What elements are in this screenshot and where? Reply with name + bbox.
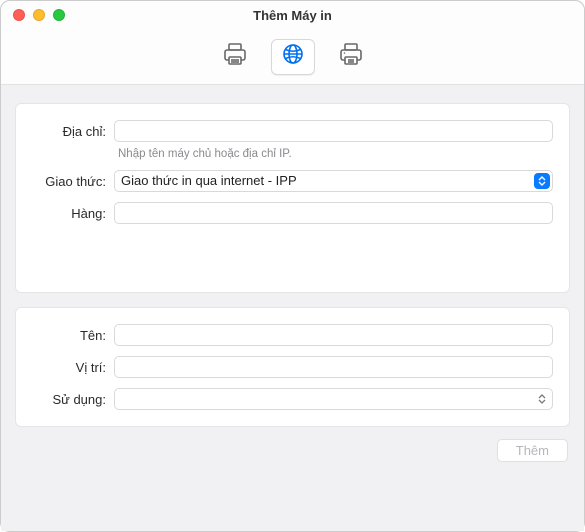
traffic-lights	[1, 9, 65, 21]
location-label: Vị trí:	[28, 360, 114, 375]
protocol-select[interactable]: Giao thức in qua internet - IPP	[114, 170, 553, 192]
content-area: Địa chỉ: Nhập tên máy chủ hoặc địa chỉ I…	[1, 85, 584, 531]
use-select[interactable]	[114, 388, 553, 410]
address-hint-row: Nhập tên máy chủ hoặc địa chỉ IP.	[28, 148, 553, 160]
name-row: Tên:	[28, 324, 553, 346]
tab-windows[interactable]	[329, 39, 373, 75]
use-label: Sử dụng:	[28, 392, 114, 407]
printer-icon	[222, 42, 248, 71]
add-button[interactable]: Thêm	[497, 439, 568, 462]
address-hint: Nhập tên máy chủ hoặc địa chỉ IP.	[114, 148, 292, 160]
name-label: Tên:	[28, 328, 114, 343]
address-input[interactable]	[114, 120, 553, 142]
address-row: Địa chỉ:	[28, 120, 553, 142]
toolbar	[1, 29, 584, 85]
queue-label: Hàng:	[28, 206, 114, 221]
location-row: Vị trí:	[28, 356, 553, 378]
tab-default[interactable]	[213, 39, 257, 75]
protocol-label: Giao thức:	[28, 174, 114, 189]
queue-input[interactable]	[114, 202, 553, 224]
maximize-button[interactable]	[53, 9, 65, 21]
titlebar: Thêm Máy in	[1, 1, 584, 29]
window-title: Thêm Máy in	[1, 8, 584, 23]
connection-panel: Địa chỉ: Nhập tên máy chủ hoặc địa chỉ I…	[15, 103, 570, 293]
address-label: Địa chỉ:	[28, 124, 114, 139]
tab-ip[interactable]	[271, 39, 315, 75]
minimize-button[interactable]	[33, 9, 45, 21]
globe-icon	[281, 42, 305, 71]
printer-advanced-icon	[338, 42, 364, 71]
close-button[interactable]	[13, 9, 25, 21]
protocol-select-wrap[interactable]: Giao thức in qua internet - IPP	[114, 170, 553, 192]
add-printer-window: Thêm Máy in	[0, 0, 585, 532]
location-input[interactable]	[114, 356, 553, 378]
printer-info-panel: Tên: Vị trí: Sử dụng:	[15, 307, 570, 427]
queue-row: Hàng:	[28, 202, 553, 224]
use-select-wrap[interactable]	[114, 388, 553, 410]
name-input[interactable]	[114, 324, 553, 346]
use-row: Sử dụng:	[28, 388, 553, 410]
footer: Thêm	[15, 427, 570, 462]
protocol-row: Giao thức: Giao thức in qua internet - I…	[28, 170, 553, 192]
